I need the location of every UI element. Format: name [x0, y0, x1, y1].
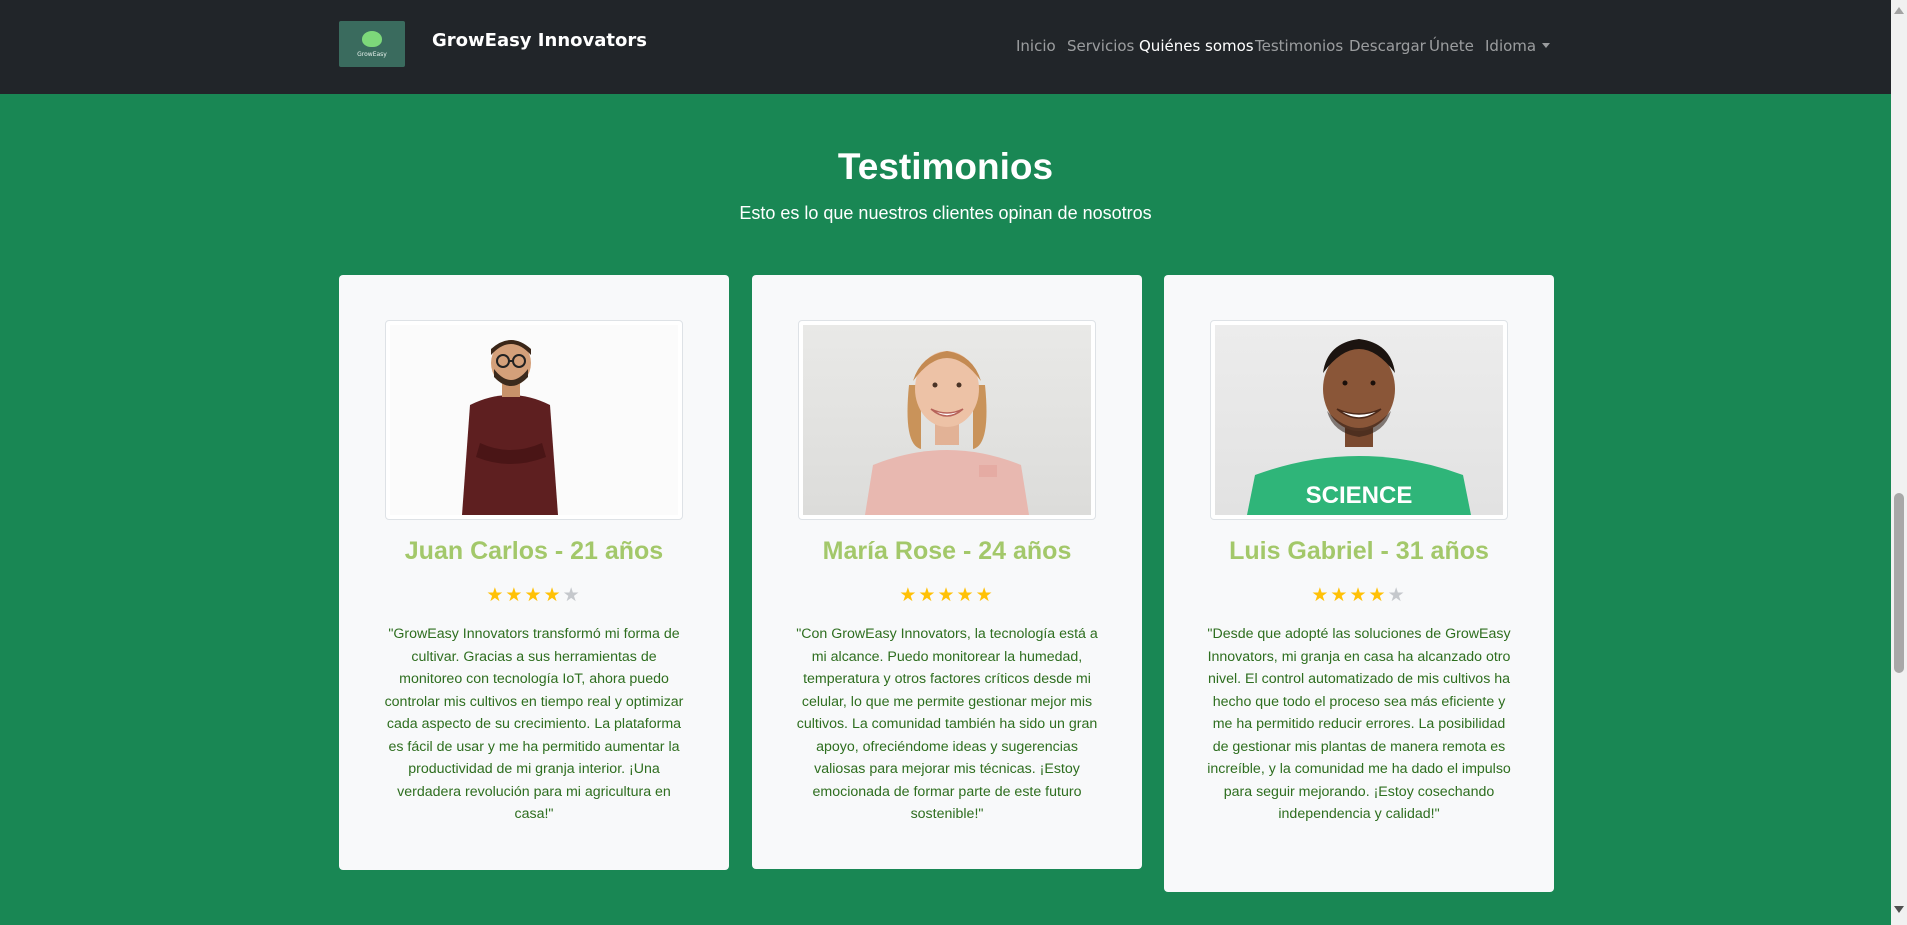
shirt-print: SCIENCE — [1306, 482, 1413, 509]
testimonial-photo — [385, 320, 683, 520]
nav-link-descargar[interactable]: Descargar — [1349, 37, 1426, 55]
star-icon: ★ — [1368, 584, 1388, 606]
testimonial-photo: SCIENCE — [1210, 320, 1508, 520]
nav-link-quienes-somos[interactable]: Quiénes somos — [1139, 37, 1254, 55]
star-icon: ★ — [543, 584, 563, 606]
testimonial-name: Luis Gabriel - 31 años — [1229, 537, 1489, 565]
star-rating: ★★★★★ — [339, 584, 729, 606]
nav-link-testimonios[interactable]: Testimonios — [1255, 37, 1343, 55]
testimonial-card: María Rose - 24 años ★★★★★ "Con GrowEasy… — [752, 275, 1142, 869]
star-icon: ★ — [505, 584, 525, 606]
nav-link-servicios[interactable]: Servicios — [1067, 37, 1134, 55]
star-icon: ★ — [918, 584, 938, 606]
star-icon: ★ — [1349, 584, 1369, 606]
photo-background: SCIENCE — [1215, 325, 1503, 515]
nav-link-unete[interactable]: Únete — [1429, 37, 1474, 55]
person-illustration — [462, 340, 558, 515]
section-subtitle: Esto es lo que nuestros clientes opinan … — [739, 203, 1152, 223]
star-icon: ★ — [899, 584, 919, 606]
testimonial-photo — [798, 320, 1096, 520]
nav-dropdown-label: Idioma — [1485, 37, 1537, 55]
nav-link-inicio[interactable]: Inicio — [1016, 37, 1056, 55]
star-icon: ★ — [937, 584, 957, 606]
testimonial-card: Juan Carlos - 21 años ★★★★★ "GrowEasy In… — [339, 275, 729, 870]
star-icon: ★ — [975, 584, 995, 606]
scroll-up-arrow-icon[interactable] — [1894, 7, 1904, 14]
testimonial-quote: "GrowEasy Innovators transformó mi forma… — [384, 626, 684, 822]
star-icon: ★ — [524, 584, 544, 606]
testimonial-card: SCIENCE Luis Gabriel - 31 años ★★★★★ "De… — [1164, 275, 1554, 892]
star-icon: ★ — [1311, 584, 1331, 606]
star-rating: ★★★★★ — [1164, 584, 1554, 606]
person-illustration: SCIENCE — [1247, 339, 1471, 515]
scroll-down-arrow-icon[interactable] — [1894, 906, 1904, 913]
testimonial-quote: "Desde que adopté las soluciones de Grow… — [1207, 626, 1511, 822]
scrollbar-thumb[interactable] — [1894, 493, 1904, 673]
star-icon: ★ — [1387, 584, 1407, 606]
person-illustration — [865, 351, 1029, 515]
photo-background — [803, 325, 1091, 515]
star-rating: ★★★★★ — [752, 584, 1142, 606]
star-icon: ★ — [486, 584, 506, 606]
star-icon: ★ — [1330, 584, 1350, 606]
testimonial-quote: "Con GrowEasy Innovators, la tecnología … — [796, 626, 1098, 822]
testimonial-name: María Rose - 24 años — [822, 537, 1072, 565]
vertical-scrollbar[interactable] — [1891, 0, 1907, 925]
nav-dropdown-idioma[interactable]: Idioma — [1485, 37, 1551, 55]
nav-menu: Inicio Servicios Quiénes somos Testimoni… — [0, 37, 1891, 59]
photo-background — [390, 325, 678, 515]
star-icon: ★ — [562, 584, 582, 606]
star-icon: ★ — [956, 584, 976, 606]
navbar: GrowEasy GrowEasy Innovators Inicio Serv… — [0, 0, 1891, 94]
section-title: Testimonios — [837, 146, 1054, 187]
testimonial-name: Juan Carlos - 21 años — [404, 537, 664, 565]
caret-down-icon — [1542, 43, 1551, 48]
